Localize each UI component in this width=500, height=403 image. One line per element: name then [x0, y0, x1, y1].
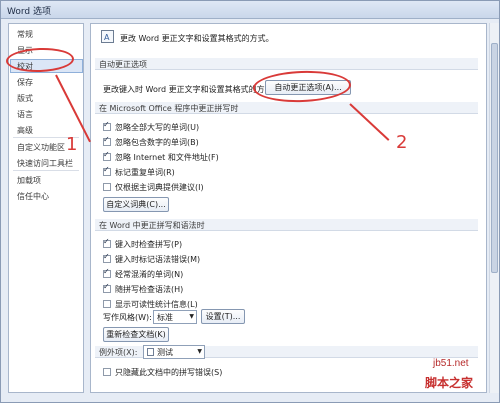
readability-checkbox[interactable] — [103, 300, 111, 308]
grammar-with-spelling-checkbox[interactable] — [103, 282, 111, 293]
ignore-numbers-label: 忽略包含数字的单词(B) — [115, 138, 199, 147]
exceptions-document-value: 测试 — [157, 347, 173, 357]
sidebar-item-language[interactable]: 语言 — [17, 109, 33, 120]
title-bar: Word 选项 — [1, 1, 499, 19]
sidebar-item-quick-access-toolbar[interactable]: 快速访问工具栏 — [17, 158, 73, 169]
sidebar-item-layout[interactable]: 版式 — [17, 93, 33, 104]
dropdown-arrow-icon: ▼ — [197, 348, 202, 355]
word-options-window: Word 选项 常规 显示 校对 保存 版式 语言 高级 自定义功能区 快速访问… — [0, 0, 500, 403]
document-icon — [147, 348, 154, 356]
sidebar-item-customize-ribbon[interactable]: 自定义功能区 — [17, 142, 65, 153]
ignore-internet-checkbox[interactable] — [103, 150, 111, 161]
annotation-number-1: 1 — [66, 134, 78, 155]
exceptions-label: 例外项(X): — [99, 348, 138, 357]
flag-repeated-checkbox[interactable] — [103, 165, 111, 176]
confused-words-label: 经常混淆的单词(N) — [115, 270, 184, 279]
writing-style-label: 写作风格(W): — [103, 313, 152, 322]
sidebar-item-trust-center[interactable]: 信任中心 — [17, 191, 49, 202]
ignore-numbers-checkbox[interactable] — [103, 135, 111, 146]
check-spelling-label: 键入时检查拼写(P) — [115, 240, 183, 249]
watermark-brand: 脚本之家 — [425, 376, 474, 390]
recheck-document-button[interactable]: 重新检查文档(K) — [103, 327, 169, 342]
main-dictionary-checkbox[interactable] — [103, 183, 111, 191]
writing-style-value: 标准 — [157, 312, 173, 322]
hide-spelling-errors-checkbox[interactable] — [103, 368, 111, 376]
dropdown-arrow-icon: ▼ — [189, 313, 194, 320]
mark-grammar-label: 键入时标记语法错误(M) — [115, 255, 201, 264]
check-spelling-checkbox[interactable] — [103, 237, 111, 248]
main-dictionary-label: 仅根据主词典提供建议(I) — [115, 183, 204, 192]
word-section-title: 在 Word 中更正拼写和语法时 — [99, 221, 205, 230]
sidebar-item-general[interactable]: 常规 — [17, 29, 33, 40]
autocorrect-section-title: 自动更正选项 — [99, 60, 147, 69]
autocorrect-section-header: 自动更正选项 — [95, 58, 478, 70]
autocorrect-description: 更改键入时 Word 更正文字和设置其格式的方式: — [103, 85, 276, 94]
ignore-uppercase-checkbox[interactable] — [103, 120, 111, 131]
sidebar-item-save[interactable]: 保存 — [17, 77, 33, 88]
proofing-doc-icon: A — [101, 30, 114, 43]
window-title: Word 选项 — [7, 7, 51, 17]
readability-label: 显示可读性统计信息(L) — [115, 300, 198, 309]
writing-style-settings-button[interactable]: 设置(T)... — [201, 309, 245, 324]
office-section-header: 在 Microsoft Office 程序中更正拼写时 — [95, 102, 478, 114]
sidebar-item-advanced[interactable]: 高级 — [17, 125, 33, 136]
custom-dictionaries-button[interactable]: 自定义词典(C)... — [103, 197, 169, 212]
sidebar-item-add-ins[interactable]: 加载项 — [17, 175, 41, 186]
ignore-uppercase-label: 忽略全部大写的单词(U) — [115, 123, 200, 132]
scrollbar-thumb[interactable] — [491, 43, 498, 273]
grammar-with-spelling-label: 随拼写检查语法(H) — [115, 285, 184, 294]
options-sidebar: 常规 显示 校对 保存 版式 语言 高级 自定义功能区 快速访问工具栏 加载项 … — [8, 23, 84, 393]
flag-repeated-label: 标记重复单词(R) — [115, 168, 175, 177]
office-section-title: 在 Microsoft Office 程序中更正拼写时 — [99, 104, 239, 113]
annotation-number-2: 2 — [396, 132, 408, 153]
intro-text: 更改 Word 更正文字和设置其格式的方式。 — [120, 34, 274, 43]
writing-style-select[interactable]: 标准 ▼ — [153, 310, 197, 324]
watermark-site: jb51.net — [433, 358, 469, 369]
exceptions-document-select[interactable]: 测试 ▼ — [143, 345, 205, 359]
word-section-header: 在 Word 中更正拼写和语法时 — [95, 219, 478, 231]
mark-grammar-checkbox[interactable] — [103, 252, 111, 263]
hide-spelling-errors-label: 只隐藏此文档中的拼写错误(S) — [115, 368, 223, 377]
ignore-internet-label: 忽略 Internet 和文件地址(F) — [115, 153, 219, 162]
sidebar-divider — [13, 170, 79, 171]
confused-words-checkbox[interactable] — [103, 267, 111, 278]
vertical-scrollbar[interactable] — [489, 23, 499, 393]
